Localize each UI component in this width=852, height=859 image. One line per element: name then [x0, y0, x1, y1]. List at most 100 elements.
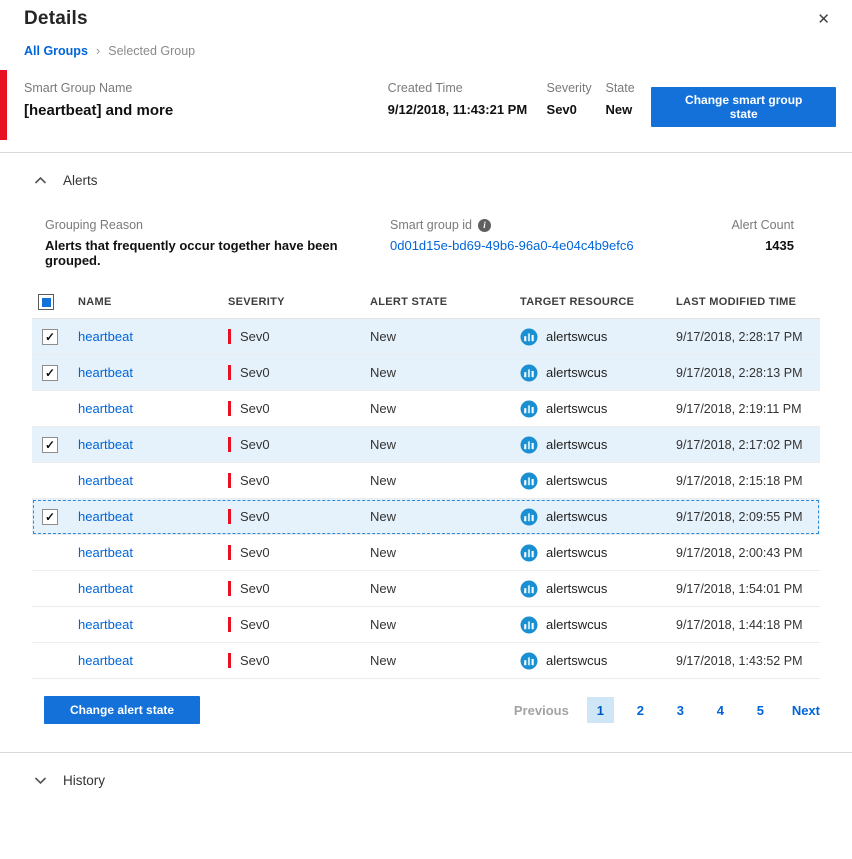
smart-group-id-field: Smart group id i 0d01d15e-bd69-49b6-96a0… [390, 218, 634, 253]
table-row[interactable]: ✓heartbeatSev0Newalertswcus9/17/2018, 2:… [32, 319, 820, 355]
pagination-page-3[interactable]: 3 [667, 697, 694, 723]
table-row[interactable]: heartbeatSev0Newalertswcus9/17/2018, 1:4… [32, 607, 820, 643]
target-resource-icon [520, 580, 538, 598]
column-header-name[interactable]: NAME [72, 296, 222, 308]
checkmark-icon: ✓ [45, 511, 55, 523]
page-title: Details [24, 8, 88, 30]
table-row[interactable]: heartbeatSev0Newalertswcus9/17/2018, 1:5… [32, 571, 820, 607]
row-alert-state-value: New [364, 653, 514, 668]
alert-name-link[interactable]: heartbeat [78, 653, 133, 668]
row-severity-value: Sev0 [240, 437, 270, 452]
smart-group-name-value: [heartbeat] and more [24, 102, 388, 119]
row-last-modified-value: 9/17/2018, 1:54:01 PM [670, 582, 820, 596]
column-header-severity[interactable]: SEVERITY [222, 296, 364, 308]
severity-label: Severity [547, 81, 606, 95]
alert-name-link[interactable]: heartbeat [78, 401, 133, 416]
column-header-last-modified[interactable]: LAST MODIFIED TIME [670, 296, 820, 308]
pagination-next[interactable]: Next [792, 703, 820, 718]
severity-bar-icon [228, 509, 231, 524]
alert-count-field: Alert Count 1435 [731, 218, 794, 253]
row-checkbox[interactable]: ✓ [42, 509, 58, 525]
grouping-reason-field: Grouping Reason Alerts that frequently o… [45, 218, 390, 268]
alert-name-link[interactable]: heartbeat [78, 473, 133, 488]
row-last-modified-value: 9/17/2018, 2:19:11 PM [670, 402, 820, 416]
pagination-previous[interactable]: Previous [514, 703, 569, 718]
target-resource-icon [520, 508, 538, 526]
row-checkbox[interactable]: ✓ [42, 329, 58, 345]
alert-name-link[interactable]: heartbeat [78, 329, 133, 344]
alert-name-link[interactable]: heartbeat [78, 581, 133, 596]
table-row[interactable]: heartbeatSev0Newalertswcus9/17/2018, 2:1… [32, 391, 820, 427]
alert-name-link[interactable]: heartbeat [78, 437, 133, 452]
created-time-label: Created Time [388, 81, 547, 95]
alerts-info-row: Grouping Reason Alerts that frequently o… [0, 188, 852, 268]
alert-name-link[interactable]: heartbeat [78, 509, 133, 524]
row-last-modified-value: 9/17/2018, 2:28:13 PM [670, 366, 820, 380]
select-all-checkbox[interactable] [38, 294, 54, 310]
table-row[interactable]: heartbeatSev0Newalertswcus9/17/2018, 2:1… [32, 463, 820, 499]
table-row[interactable]: ✓heartbeatSev0Newalertswcus9/17/2018, 2:… [32, 355, 820, 391]
change-smart-group-state-button[interactable]: Change smart group state [651, 87, 836, 127]
row-severity-value: Sev0 [240, 509, 270, 524]
chevron-up-icon[interactable] [34, 176, 47, 185]
info-icon[interactable]: i [478, 219, 491, 232]
pagination-page-2[interactable]: 2 [627, 697, 654, 723]
breadcrumb-all-groups[interactable]: All Groups [24, 44, 88, 58]
severity-bar-icon [228, 473, 231, 488]
pagination-page-1[interactable]: 1 [587, 697, 614, 723]
row-severity-value: Sev0 [240, 545, 270, 560]
row-target-resource-value: alertswcus [546, 473, 607, 488]
checkmark-icon: ✓ [45, 367, 55, 379]
alert-name-link[interactable]: heartbeat [78, 617, 133, 632]
severity-bar-icon [228, 581, 231, 596]
table-row[interactable]: ✓heartbeatSev0Newalertswcus9/17/2018, 2:… [32, 499, 820, 535]
row-severity-value: Sev0 [240, 617, 270, 632]
target-resource-icon [520, 328, 538, 346]
table-row[interactable]: heartbeatSev0Newalertswcus9/17/2018, 2:0… [32, 535, 820, 571]
row-target-resource-value: alertswcus [546, 509, 607, 524]
pagination-page-5[interactable]: 5 [747, 697, 774, 723]
alert-name-link[interactable]: heartbeat [78, 545, 133, 560]
smart-group-id-value[interactable]: 0d01d15e-bd69-49b6-96a0-4e04c4b9efc6 [390, 238, 634, 253]
row-severity-value: Sev0 [240, 581, 270, 596]
alert-name-link[interactable]: heartbeat [78, 365, 133, 380]
row-checkbox[interactable]: ✓ [42, 437, 58, 453]
row-last-modified-value: 9/17/2018, 1:43:52 PM [670, 654, 820, 668]
severity-bar-icon [228, 329, 231, 344]
created-time-value: 9/12/2018, 11:43:21 PM [388, 102, 547, 117]
row-alert-state-value: New [364, 329, 514, 344]
smart-group-id-label: Smart group id [390, 218, 472, 232]
row-alert-state-value: New [364, 437, 514, 452]
table-row[interactable]: heartbeatSev0Newalertswcus9/17/2018, 1:4… [32, 643, 820, 679]
state-value: New [605, 102, 651, 117]
change-alert-state-button[interactable]: Change alert state [44, 696, 200, 724]
state-field: State New [605, 81, 651, 117]
row-checkbox[interactable]: ✓ [42, 365, 58, 381]
breadcrumb-selected-group: Selected Group [108, 44, 195, 58]
row-target-resource-value: alertswcus [546, 329, 607, 344]
pagination-pages: 12345 [587, 697, 774, 723]
row-severity-value: Sev0 [240, 329, 270, 344]
table-footer: Change alert state Previous 12345 Next [44, 696, 820, 724]
row-target-resource-value: alertswcus [546, 653, 607, 668]
column-header-target-resource[interactable]: TARGET RESOURCE [514, 296, 670, 308]
severity-bar-icon [228, 365, 231, 380]
target-resource-icon [520, 436, 538, 454]
alerts-section-header[interactable]: Alerts [0, 153, 852, 188]
row-last-modified-value: 9/17/2018, 2:00:43 PM [670, 546, 820, 560]
row-severity-value: Sev0 [240, 473, 270, 488]
checkmark-icon: ✓ [45, 331, 55, 343]
history-section-header[interactable]: History [0, 753, 852, 788]
breadcrumb: All Groups › Selected Group [0, 31, 852, 58]
row-last-modified-value: 9/17/2018, 2:15:18 PM [670, 474, 820, 488]
chevron-down-icon[interactable] [34, 776, 47, 785]
table-row[interactable]: ✓heartbeatSev0Newalertswcus9/17/2018, 2:… [32, 427, 820, 463]
row-alert-state-value: New [364, 509, 514, 524]
target-resource-icon [520, 364, 538, 382]
pagination-page-4[interactable]: 4 [707, 697, 734, 723]
column-header-alert-state[interactable]: ALERT STATE [364, 296, 514, 308]
close-icon[interactable]: ✕ [811, 8, 836, 31]
severity-bar-icon [228, 437, 231, 452]
row-alert-state-value: New [364, 365, 514, 380]
row-alert-state-value: New [364, 617, 514, 632]
